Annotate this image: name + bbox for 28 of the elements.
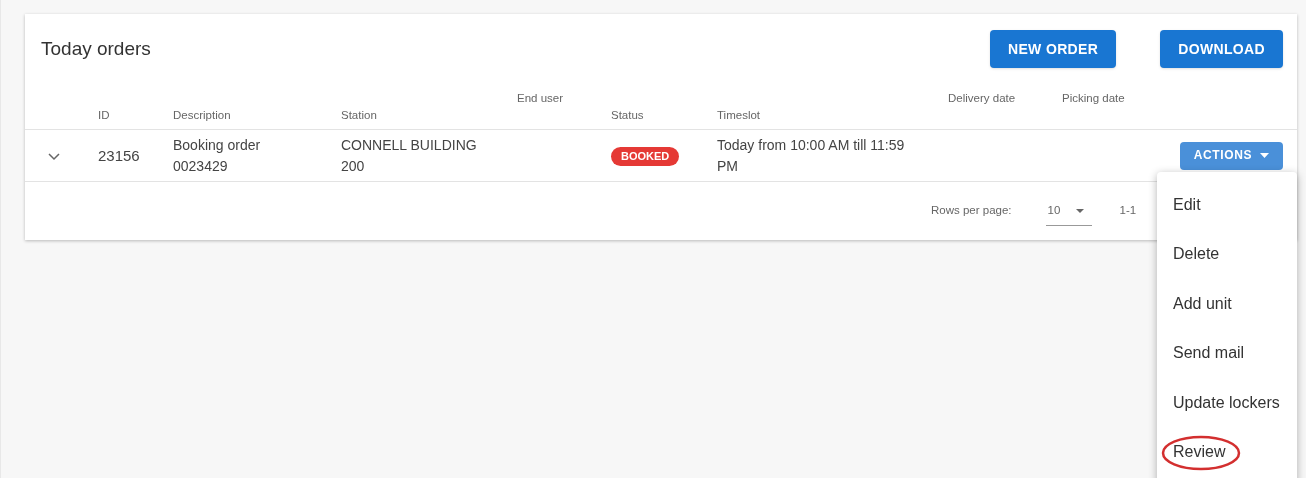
rows-per-page-select[interactable]: 10 [1045,196,1092,226]
column-header[interactable]: End user [517,90,564,108]
page-range: 1-1 [1119,203,1137,219]
column-header[interactable]: Picking date [1062,90,1125,108]
chevron-down-icon[interactable] [47,150,61,161]
caret-icon [1260,153,1269,158]
header-button[interactable]: NEW ORDER [989,30,1117,68]
column-header[interactable]: Status [611,106,644,125]
actions-button[interactable]: ACTIONS [1179,141,1283,170]
column-header[interactable]: Station [341,106,377,125]
column-header[interactable]: Description [173,106,231,125]
column-header[interactable]: ID [98,106,110,125]
rows-per-page-label: Rows per page: [931,203,1012,219]
menu-item[interactable]: Add unit [1173,291,1232,316]
card-title: Today orders [41,36,151,61]
menu-item[interactable]: Send mail [1173,341,1245,366]
menu-item[interactable]: Delete [1173,242,1220,267]
timeslot-cell-text: Today from 10:00 AM till 11:59 PM [717,135,906,176]
header-button[interactable]: DOWNLOAD [1160,30,1283,68]
column-header[interactable]: Timeslot [717,106,761,125]
caret-icon [1076,208,1085,213]
id-cell: 23156 [98,146,140,164]
menu-item[interactable]: Update lockers [1173,390,1280,415]
status-badge: BOOKED [611,147,680,166]
column-header[interactable]: Delivery date [948,90,1016,108]
description-cell-text: Booking order 0023429 [173,135,262,176]
menu-item[interactable]: Edit [1173,192,1201,217]
station-cell-text: CONNELL BUILDING 200 [341,135,478,176]
